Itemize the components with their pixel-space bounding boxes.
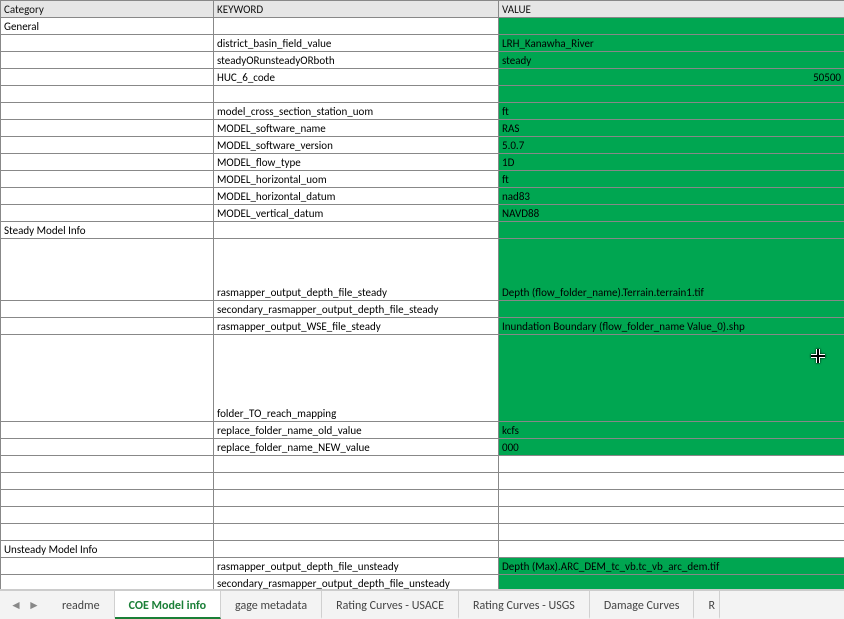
cell-keyword[interactable] — [214, 490, 499, 507]
cell-value[interactable]: ft — [499, 171, 844, 188]
cell-keyword[interactable]: MODEL_software_name — [214, 120, 499, 137]
cell-value[interactable] — [499, 490, 844, 507]
sheet-tab-bar: ◄ ► readmeCOE Model infogage metadataRat… — [0, 590, 844, 619]
cell-keyword[interactable]: rasmapper_output_depth_file_steady — [214, 239, 499, 301]
cell-value[interactable]: steady — [499, 52, 844, 69]
spreadsheet-grid[interactable]: CategoryKEYWORDVALUE Generaldistrict_basi… — [0, 0, 844, 590]
cell-category[interactable] — [1, 558, 214, 575]
cell-category[interactable] — [1, 154, 214, 171]
cell-category[interactable] — [1, 52, 214, 69]
cell-keyword[interactable]: MODEL_software_version — [214, 137, 499, 154]
cell-keyword[interactable]: model_cross_section_station_uom — [214, 103, 499, 120]
cell-category[interactable] — [1, 507, 214, 524]
cell-keyword[interactable]: replace_folder_name_old_value — [214, 422, 499, 439]
cell-keyword[interactable]: MODEL_vertical_datum — [214, 205, 499, 222]
cell-category[interactable] — [1, 524, 214, 541]
cell-value[interactable] — [499, 473, 844, 490]
sheet-tab[interactable]: Damage Curves — [590, 591, 695, 619]
cell-value[interactable]: 50500 — [499, 69, 844, 86]
cell-keyword[interactable]: MODEL_horizontal_uom — [214, 171, 499, 188]
cell-value[interactable]: RAS — [499, 120, 844, 137]
cell-value[interactable] — [499, 524, 844, 541]
cell-keyword[interactable]: district_basin_field_value — [214, 35, 499, 52]
cell-keyword[interactable]: replace_folder_name_NEW_value — [214, 439, 499, 456]
tab-nav-arrows[interactable]: ◄ ► — [0, 598, 48, 613]
cell-value[interactable]: ft — [499, 103, 844, 120]
cell-category[interactable] — [1, 86, 214, 103]
sheet-tab[interactable]: Rating Curves - USGS — [459, 591, 590, 619]
cell-category[interactable] — [1, 103, 214, 120]
cell-keyword[interactable] — [214, 507, 499, 524]
header-category: Category — [1, 1, 214, 18]
header-value: VALUE — [499, 1, 844, 18]
cell-value[interactable]: NAVD88 — [499, 205, 844, 222]
cell-value[interactable]: LRH_Kanawha_River — [499, 35, 844, 52]
cell-category[interactable] — [1, 205, 214, 222]
cell-category[interactable] — [1, 473, 214, 490]
cell-value[interactable] — [499, 456, 844, 473]
sheet-tab[interactable]: gage metadata — [221, 591, 322, 619]
sheet-tab[interactable]: R — [694, 591, 720, 619]
cell-keyword[interactable] — [214, 524, 499, 541]
cell-value[interactable] — [499, 541, 844, 558]
sheet-tab[interactable]: readme — [48, 591, 115, 619]
sheet-tab[interactable]: COE Model info — [115, 591, 221, 619]
cell-keyword[interactable]: rasmapper_output_depth_file_unsteady — [214, 558, 499, 575]
cell-value[interactable] — [499, 86, 844, 103]
cell-category[interactable] — [1, 422, 214, 439]
cell-category[interactable] — [1, 69, 214, 86]
cell-keyword[interactable] — [214, 541, 499, 558]
cell-value[interactable]: Depth (flow_folder_name).Terrain.terrain… — [499, 239, 844, 301]
cell-category[interactable] — [1, 456, 214, 473]
cell-value[interactable]: 1D — [499, 154, 844, 171]
sheet-tab[interactable]: Rating Curves - USACE — [322, 591, 459, 619]
cell-value[interactable]: nad83 — [499, 188, 844, 205]
cell-category[interactable] — [1, 171, 214, 188]
cell-value[interactable]: 000 — [499, 439, 844, 456]
cell-value[interactable]: Depth (Max).ARC_DEM_tc_vb.tc_vb_arc_dem.… — [499, 558, 844, 575]
cell-category[interactable] — [1, 318, 214, 335]
cell-category[interactable] — [1, 120, 214, 137]
cell-category[interactable] — [1, 239, 214, 301]
cell-keyword[interactable] — [214, 222, 499, 239]
cell-keyword[interactable]: HUC_6_code — [214, 69, 499, 86]
cell-value[interactable]: kcfs — [499, 422, 844, 439]
cell-keyword[interactable] — [214, 456, 499, 473]
cell-category[interactable] — [1, 35, 214, 52]
cell-keyword[interactable]: MODEL_flow_type — [214, 154, 499, 171]
cell-keyword[interactable] — [214, 86, 499, 103]
cell-value[interactable]: Inundation Boundary (flow_folder_name Va… — [499, 318, 844, 335]
cell-category[interactable] — [1, 335, 214, 422]
cell-category[interactable] — [1, 490, 214, 507]
cell-value[interactable] — [499, 335, 844, 422]
cell-keyword[interactable]: secondary_rasmapper_output_depth_file_un… — [214, 575, 499, 591]
cell-keyword[interactable]: secondary_rasmapper_output_depth_file_st… — [214, 301, 499, 318]
header-keyword: KEYWORD — [214, 1, 499, 18]
cell-keyword[interactable]: folder_TO_reach_mapping — [214, 335, 499, 422]
cell-value[interactable] — [499, 507, 844, 524]
cell-category[interactable]: Steady Model Info — [1, 222, 214, 239]
cell-category[interactable]: Unsteady Model Info — [1, 541, 214, 558]
cell-category[interactable] — [1, 575, 214, 591]
cell-value[interactable] — [499, 18, 844, 35]
cell-keyword[interactable] — [214, 473, 499, 490]
cell-category[interactable] — [1, 137, 214, 154]
cell-value[interactable]: 5.0.7 — [499, 137, 844, 154]
tab-nav-prev-icon[interactable]: ◄ — [10, 598, 20, 613]
tab-nav-next-icon[interactable]: ► — [28, 598, 38, 613]
cell-keyword[interactable] — [214, 18, 499, 35]
cell-keyword[interactable]: steadyORunsteadyORboth — [214, 52, 499, 69]
cell-keyword[interactable]: MODEL_horizontal_datum — [214, 188, 499, 205]
cell-category[interactable] — [1, 439, 214, 456]
cell-value[interactable] — [499, 575, 844, 591]
cell-value[interactable] — [499, 222, 844, 239]
cell-keyword[interactable]: rasmapper_output_WSE_file_steady — [214, 318, 499, 335]
cell-category[interactable] — [1, 301, 214, 318]
cell-category[interactable] — [1, 188, 214, 205]
cell-category[interactable]: General — [1, 18, 214, 35]
cell-value[interactable] — [499, 301, 844, 318]
